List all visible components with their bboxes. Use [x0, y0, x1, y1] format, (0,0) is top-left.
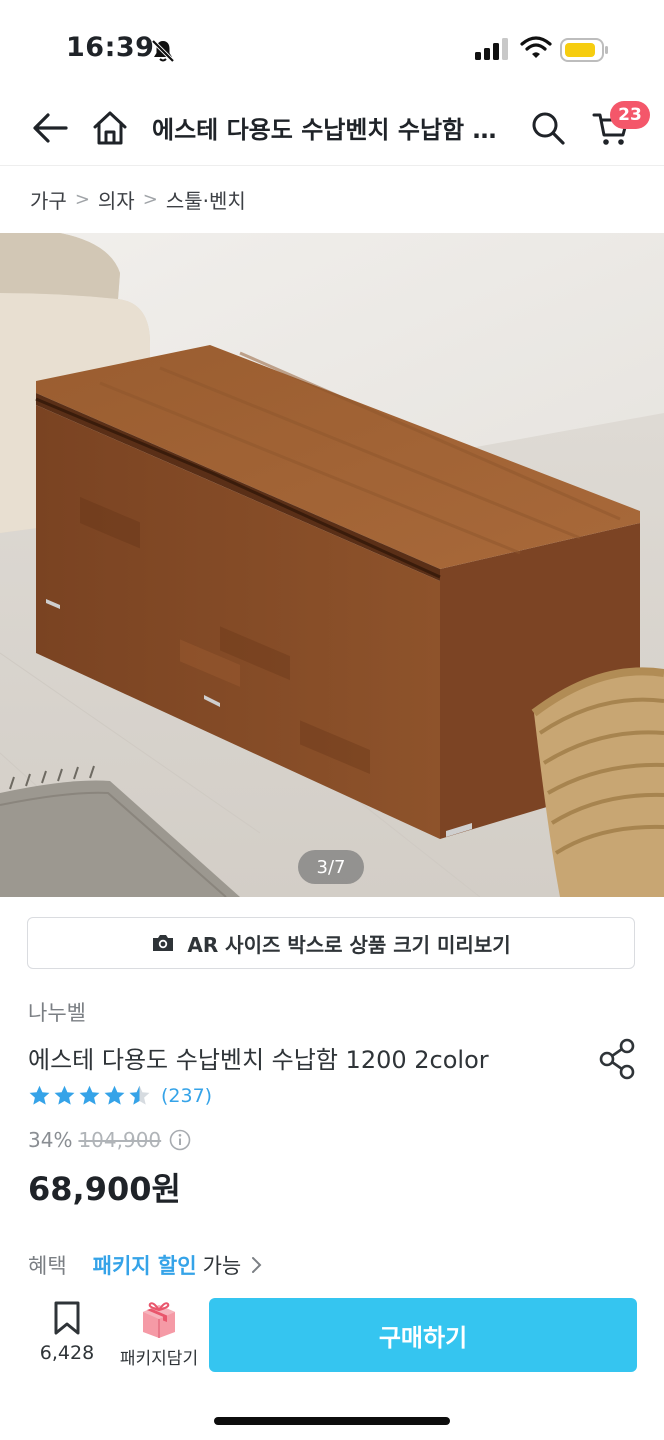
share-icon	[599, 1038, 635, 1080]
product-image[interactable]	[0, 233, 664, 897]
ar-button-label: AR 사이즈 박스로 상품 크기 미리보기	[187, 932, 511, 957]
status-time: 16:39	[66, 32, 155, 63]
camera-icon	[153, 935, 174, 951]
home-button[interactable]	[88, 104, 132, 152]
sale-price: 68,900원	[28, 1170, 181, 1208]
share-button[interactable]	[596, 1036, 640, 1082]
benefit-row[interactable]: 혜택 패키지 할인 가능	[28, 1250, 265, 1280]
package-label: 패키지담기	[119, 1349, 199, 1369]
star-half-icon	[129, 1085, 150, 1105]
back-arrow-icon	[33, 113, 68, 143]
bell-slash-icon	[151, 39, 175, 63]
bookmark-icon	[54, 1301, 80, 1335]
home-indicator[interactable]	[214, 1417, 450, 1425]
home-icon	[93, 111, 127, 145]
original-price: 104,900	[78, 1128, 162, 1152]
battery-icon	[560, 38, 608, 62]
brand-name[interactable]: 나누벨	[28, 997, 86, 1027]
star-icon	[104, 1085, 125, 1105]
package-box-icon	[143, 1302, 175, 1338]
search-button[interactable]	[526, 106, 570, 150]
benefit-label: 혜택	[28, 1254, 67, 1278]
info-icon[interactable]	[169, 1129, 191, 1151]
product-name: 에스테 다용도 수납벤치 수납함 1200 2color	[28, 1046, 489, 1074]
star-icon	[29, 1085, 50, 1105]
search-icon	[532, 112, 565, 145]
buy-button[interactable]: 구매하기	[209, 1298, 637, 1372]
star-icon	[79, 1085, 100, 1105]
add-to-package-button[interactable]: 패키지담기	[114, 1300, 204, 1372]
chevron-right-icon: >	[142, 189, 158, 210]
nav-title: 에스테 다용도 수납벤치 수납함 1200 2color	[152, 116, 512, 144]
ar-preview-button[interactable]: AR 사이즈 박스로 상품 크기 미리보기	[27, 917, 635, 969]
nav-divider	[0, 165, 664, 166]
breadcrumb-item[interactable]: 스툴·벤치	[166, 185, 246, 214]
breadcrumb-item[interactable]: 가구	[30, 185, 67, 214]
breadcrumb: 가구 > 의자 > 스툴·벤치	[30, 185, 246, 214]
discount-rate: 34%	[28, 1128, 73, 1152]
package-discount-link[interactable]: 패키지 할인	[93, 1250, 197, 1280]
bookmark-button[interactable]: 6,428	[28, 1300, 106, 1372]
breadcrumb-item[interactable]: 의자	[98, 185, 135, 214]
cart-count-badge: 23	[610, 101, 650, 129]
image-counter: 3/7	[298, 850, 364, 884]
review-count[interactable]: (237)	[161, 1085, 212, 1107]
wifi-icon	[520, 36, 552, 58]
price-row: 34% 104,900	[28, 1128, 191, 1152]
benefit-suffix: 가능	[202, 1254, 242, 1278]
signal-icon	[475, 38, 508, 60]
star-icon	[54, 1085, 75, 1105]
rating-stars[interactable]: (237)	[28, 1084, 212, 1107]
bookmark-count: 6,428	[39, 1342, 95, 1364]
chevron-right-icon: >	[74, 189, 90, 210]
chevron-right-icon	[252, 1257, 262, 1273]
back-button[interactable]	[28, 106, 72, 150]
